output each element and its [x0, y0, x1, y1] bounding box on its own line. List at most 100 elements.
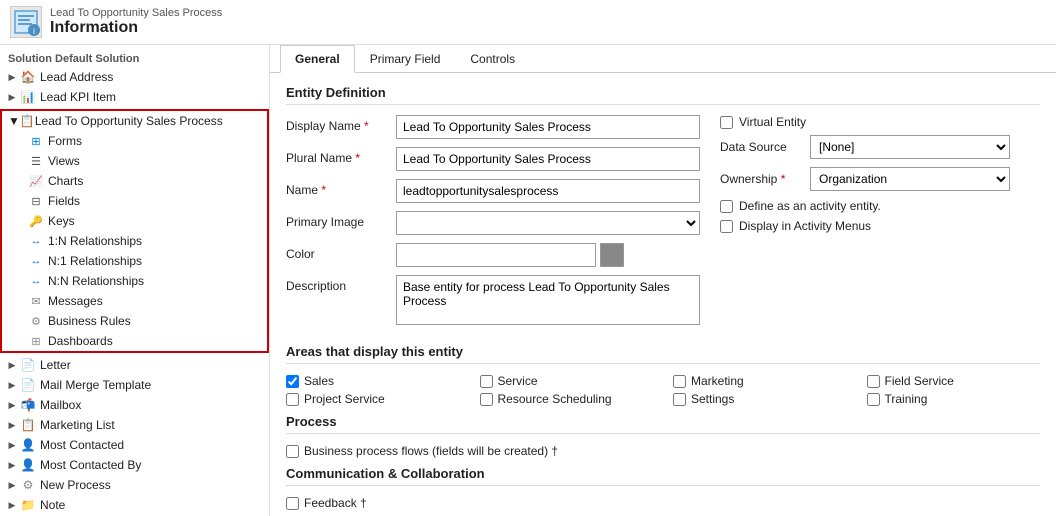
- activity-menu-row: Display in Activity Menus: [720, 219, 1040, 233]
- area-field-service-checkbox[interactable]: [867, 375, 880, 388]
- views-icon: ☰: [28, 153, 44, 169]
- sidebar-child-biz-rules[interactable]: ⚙ Business Rules: [22, 311, 267, 331]
- sidebar-item-mailbox[interactable]: ▶ 📬 Mailbox: [0, 395, 269, 415]
- area-settings-label: Settings: [691, 392, 734, 406]
- sidebar-item-lead-address[interactable]: ▶ 🏠 Lead Address: [0, 67, 269, 87]
- area-settings-checkbox[interactable]: [673, 393, 686, 406]
- area-marketing: Marketing: [673, 374, 847, 388]
- sidebar-child-nn-rel[interactable]: ↔ N:N Relationships: [22, 271, 267, 291]
- sidebar-group-header[interactable]: ▼ 📋 Lead To Opportunity Sales Process: [2, 111, 267, 131]
- svg-text:i: i: [33, 27, 35, 36]
- expand-icon: ▶: [6, 499, 18, 511]
- dashboards-icon: ⊞: [28, 333, 44, 349]
- sidebar-item-label: Note: [40, 498, 65, 512]
- child-label: Fields: [48, 194, 80, 208]
- sidebar-item-most-contacted-by[interactable]: ▶ 👤 Most Contacted By: [0, 455, 269, 475]
- expand-icon: ▶: [6, 399, 18, 411]
- sidebar-child-messages[interactable]: ✉ Messages: [22, 291, 267, 311]
- color-row: Color: [286, 243, 700, 267]
- entity-definition-title: Entity Definition: [286, 85, 1040, 105]
- description-textarea[interactable]: Base entity for process Lead To Opportun…: [396, 275, 700, 325]
- areas-title: Areas that display this entity: [286, 344, 1040, 364]
- virtual-entity-checkbox[interactable]: [720, 116, 733, 129]
- sidebar-item-label: Letter: [40, 358, 71, 372]
- plural-name-row: Plural Name *: [286, 147, 700, 171]
- sidebar-child-charts[interactable]: 📈 Charts: [22, 171, 267, 191]
- expand-icon: ▶: [6, 379, 18, 391]
- ownership-select[interactable]: Organization: [810, 167, 1010, 191]
- header: i Lead To Opportunity Sales Process Info…: [0, 0, 1056, 45]
- display-name-control: [396, 115, 700, 139]
- biz-rules-icon: ⚙: [28, 313, 44, 329]
- entity-icon: 📊: [20, 89, 36, 105]
- tab-general[interactable]: General: [280, 45, 355, 73]
- virtual-entity-label: Virtual Entity: [739, 115, 806, 129]
- activity-entity-label: Define as an activity entity.: [739, 199, 881, 213]
- sidebar-item-marketing-list[interactable]: ▶ 📋 Marketing List: [0, 415, 269, 435]
- entity-icon: 📬: [20, 397, 36, 413]
- color-swatch[interactable]: [600, 243, 624, 267]
- area-marketing-label: Marketing: [691, 374, 744, 388]
- sidebar-child-keys[interactable]: 🔑 Keys: [22, 211, 267, 231]
- plural-name-input[interactable]: [396, 147, 700, 171]
- name-row: Name *: [286, 179, 700, 203]
- area-resource-checkbox[interactable]: [480, 393, 493, 406]
- fields-icon: ⊟: [28, 193, 44, 209]
- entity-icon: 📄: [20, 357, 36, 373]
- area-project-service-checkbox[interactable]: [286, 393, 299, 406]
- area-service-checkbox[interactable]: [480, 375, 493, 388]
- child-label: Messages: [48, 294, 103, 308]
- bpf-row: Business process flows (fields will be c…: [286, 444, 1040, 458]
- area-marketing-checkbox[interactable]: [673, 375, 686, 388]
- activity-entity-row: Define as an activity entity.: [720, 199, 1040, 213]
- tab-primary-field[interactable]: Primary Field: [355, 45, 456, 73]
- sidebar-child-dashboards[interactable]: ⊞ Dashboards: [22, 331, 267, 351]
- primary-image-control: [396, 211, 700, 235]
- bpf-checkbox[interactable]: [286, 445, 299, 458]
- sidebar-section-label: Solution Default Solution: [0, 49, 269, 67]
- area-training-checkbox[interactable]: [867, 393, 880, 406]
- primary-image-select[interactable]: [396, 211, 700, 235]
- sidebar-child-views[interactable]: ☰ Views: [22, 151, 267, 171]
- activity-menu-checkbox[interactable]: [720, 220, 733, 233]
- sidebar-item-label: Most Contacted By: [40, 458, 141, 472]
- feedback-label: Feedback †: [304, 496, 367, 510]
- display-name-input[interactable]: [396, 115, 700, 139]
- sidebar-group-children: ⊞ Forms ☰ Views 📈 Charts ⊟ Fields: [2, 131, 267, 351]
- data-source-select[interactable]: [None]: [810, 135, 1010, 159]
- expand-icon: ▶: [6, 91, 18, 103]
- sidebar-child-forms[interactable]: ⊞ Forms: [22, 131, 267, 151]
- sidebar-child-n1-rel[interactable]: ↔ N:1 Relationships: [22, 251, 267, 271]
- sidebar-item-letter[interactable]: ▶ 📄 Letter: [0, 355, 269, 375]
- sidebar-group-lead-opportunity: ▼ 📋 Lead To Opportunity Sales Process ⊞ …: [0, 109, 269, 353]
- sidebar: Solution Default Solution ▶ 🏠 Lead Addre…: [0, 45, 270, 516]
- name-input[interactable]: [396, 179, 700, 203]
- sidebar-item-lead-kpi[interactable]: ▶ 📊 Lead KPI Item: [0, 87, 269, 107]
- activity-entity-checkbox[interactable]: [720, 200, 733, 213]
- form-left: Display Name * Plural Name *: [286, 115, 700, 336]
- expand-icon: ▶: [6, 439, 18, 451]
- child-label: N:N Relationships: [48, 274, 144, 288]
- color-control: [396, 243, 700, 267]
- header-text: Lead To Opportunity Sales Process Inform…: [50, 7, 222, 37]
- sidebar-item-label: Most Contacted: [40, 438, 124, 452]
- sidebar-item-note[interactable]: ▶ 📁 Note: [0, 495, 269, 515]
- sidebar-child-fields[interactable]: ⊟ Fields: [22, 191, 267, 211]
- sidebar-item-label: Mailbox: [40, 398, 81, 412]
- display-name-label: Display Name *: [286, 115, 396, 133]
- sidebar-item-mail-merge[interactable]: ▶ 📄 Mail Merge Template: [0, 375, 269, 395]
- child-label: Views: [48, 154, 80, 168]
- keys-icon: 🔑: [28, 213, 44, 229]
- sidebar-item-new-process[interactable]: ▶ ⚙ New Process: [0, 475, 269, 495]
- entity-icon: 🏠: [20, 69, 36, 85]
- entity-icon: 📋: [20, 417, 36, 433]
- bpf-label: Business process flows (fields will be c…: [304, 444, 558, 458]
- child-label: Dashboards: [48, 334, 113, 348]
- area-sales-checkbox[interactable]: [286, 375, 299, 388]
- primary-image-label: Primary Image: [286, 211, 396, 229]
- feedback-checkbox[interactable]: [286, 497, 299, 510]
- sidebar-child-1n-rel[interactable]: ↔ 1:N Relationships: [22, 231, 267, 251]
- sidebar-item-most-contacted[interactable]: ▶ 👤 Most Contacted: [0, 435, 269, 455]
- tab-controls[interactable]: Controls: [455, 45, 530, 73]
- color-text-input[interactable]: [396, 243, 596, 267]
